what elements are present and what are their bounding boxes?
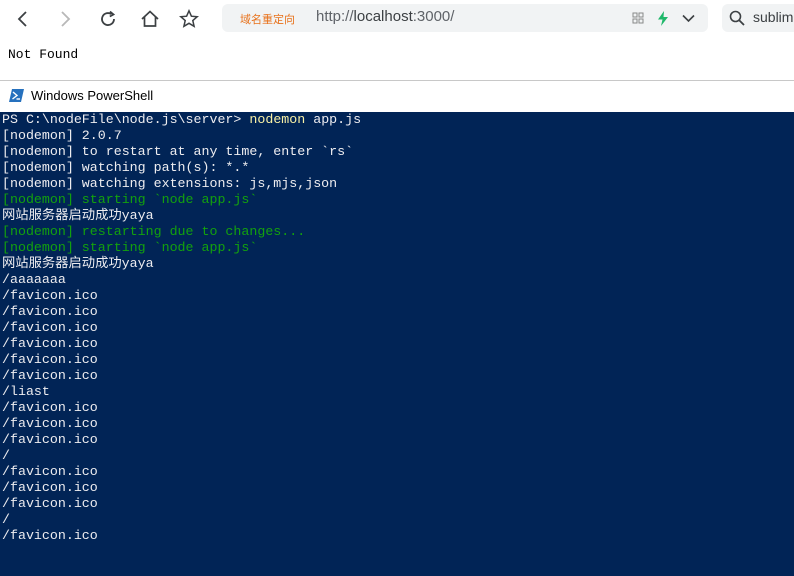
console-line: [nodemon] watching path(s): *.* (2, 160, 250, 175)
console-line: /favicon.ico (2, 496, 98, 511)
back-button[interactable] (10, 6, 36, 32)
console-line: /favicon.ico (2, 288, 98, 303)
star-icon (179, 9, 199, 28)
prompt-text: PS C:\nodeFile\node.js\server> (2, 112, 250, 127)
reload-icon (101, 10, 116, 26)
lightning-button[interactable] (655, 10, 671, 26)
console-line: /favicon.ico (2, 336, 98, 351)
console-line: / (2, 448, 10, 463)
dropdown-button[interactable] (680, 10, 696, 26)
console-line: [nodemon] 2.0.7 (2, 128, 122, 143)
console-line: /favicon.ico (2, 400, 98, 415)
console-line: /favicon.ico (2, 416, 98, 431)
console-line: 网站服务器启动成功yaya (2, 256, 154, 271)
console-line: /favicon.ico (2, 352, 98, 367)
grid-icon (632, 12, 644, 24)
console-line: /favicon.ico (2, 528, 98, 543)
console-output[interactable]: PS C:\nodeFile\node.js\server> nodemon a… (0, 112, 794, 576)
lightning-icon (658, 10, 668, 26)
favorite-button[interactable] (176, 6, 202, 32)
powershell-icon (9, 89, 24, 102)
console-line: 网站服务器启动成功yaya (2, 208, 154, 223)
console-line: [nodemon] restarting due to changes... (2, 224, 306, 239)
browser-toolbar: 域名重定向 http://localhost:3000/ sublime (0, 0, 794, 38)
console-line: /favicon.ico (2, 432, 98, 447)
chevron-down-icon (681, 14, 695, 22)
console-lines: PS C:\nodeFile\node.js\server> nodemon a… (2, 112, 361, 544)
console-line: /favicon.ico (2, 304, 98, 319)
search-box[interactable]: sublime (722, 4, 794, 32)
console-line: /favicon.ico (2, 480, 98, 495)
url-host: localhost (353, 8, 413, 25)
grid-button[interactable] (630, 10, 646, 26)
search-icon (729, 10, 745, 26)
console-line: /aaaaaaa (2, 272, 66, 287)
command-args: app.js (305, 112, 362, 127)
url-text: http://localhost:3000/ (316, 8, 454, 25)
console-line: / (2, 512, 10, 527)
console-line: [nodemon] watching extensions: js,mjs,js… (2, 176, 338, 191)
console-line: /favicon.ico (2, 320, 98, 335)
prompt-line: PS C:\nodeFile\node.js\server> nodemon a… (2, 112, 361, 128)
page-body-text: Not Found (8, 47, 79, 62)
console-line: [nodemon] to restart at any time, enter … (2, 144, 354, 159)
home-button[interactable] (137, 6, 163, 32)
url-protocol: http:// (316, 8, 354, 25)
reload-button[interactable] (95, 6, 121, 32)
redirect-label: 域名重定向 (240, 13, 295, 26)
console-line: [nodemon] starting `node app.js` (2, 240, 258, 255)
arrow-left-icon (17, 11, 27, 27)
arrow-right-icon (61, 11, 71, 27)
url-path: :3000/ (412, 8, 455, 25)
home-icon (141, 10, 159, 27)
powershell-titlebar[interactable]: Windows PowerShell (0, 81, 794, 111)
forward-button[interactable] (52, 6, 78, 32)
powershell-title: Windows PowerShell (31, 88, 154, 103)
search-text: sublime (753, 9, 794, 25)
command-text: nodemon (249, 112, 306, 127)
console-line: /liast (2, 384, 50, 399)
console-line: /favicon.ico (2, 464, 98, 479)
console-line: /favicon.ico (2, 368, 98, 383)
powershell-window: Windows PowerShell PS C:\nodeFile\node.j… (0, 80, 794, 576)
address-bar[interactable]: 域名重定向 http://localhost:3000/ (222, 4, 708, 32)
console-line: [nodemon] starting `node app.js` (2, 192, 258, 207)
